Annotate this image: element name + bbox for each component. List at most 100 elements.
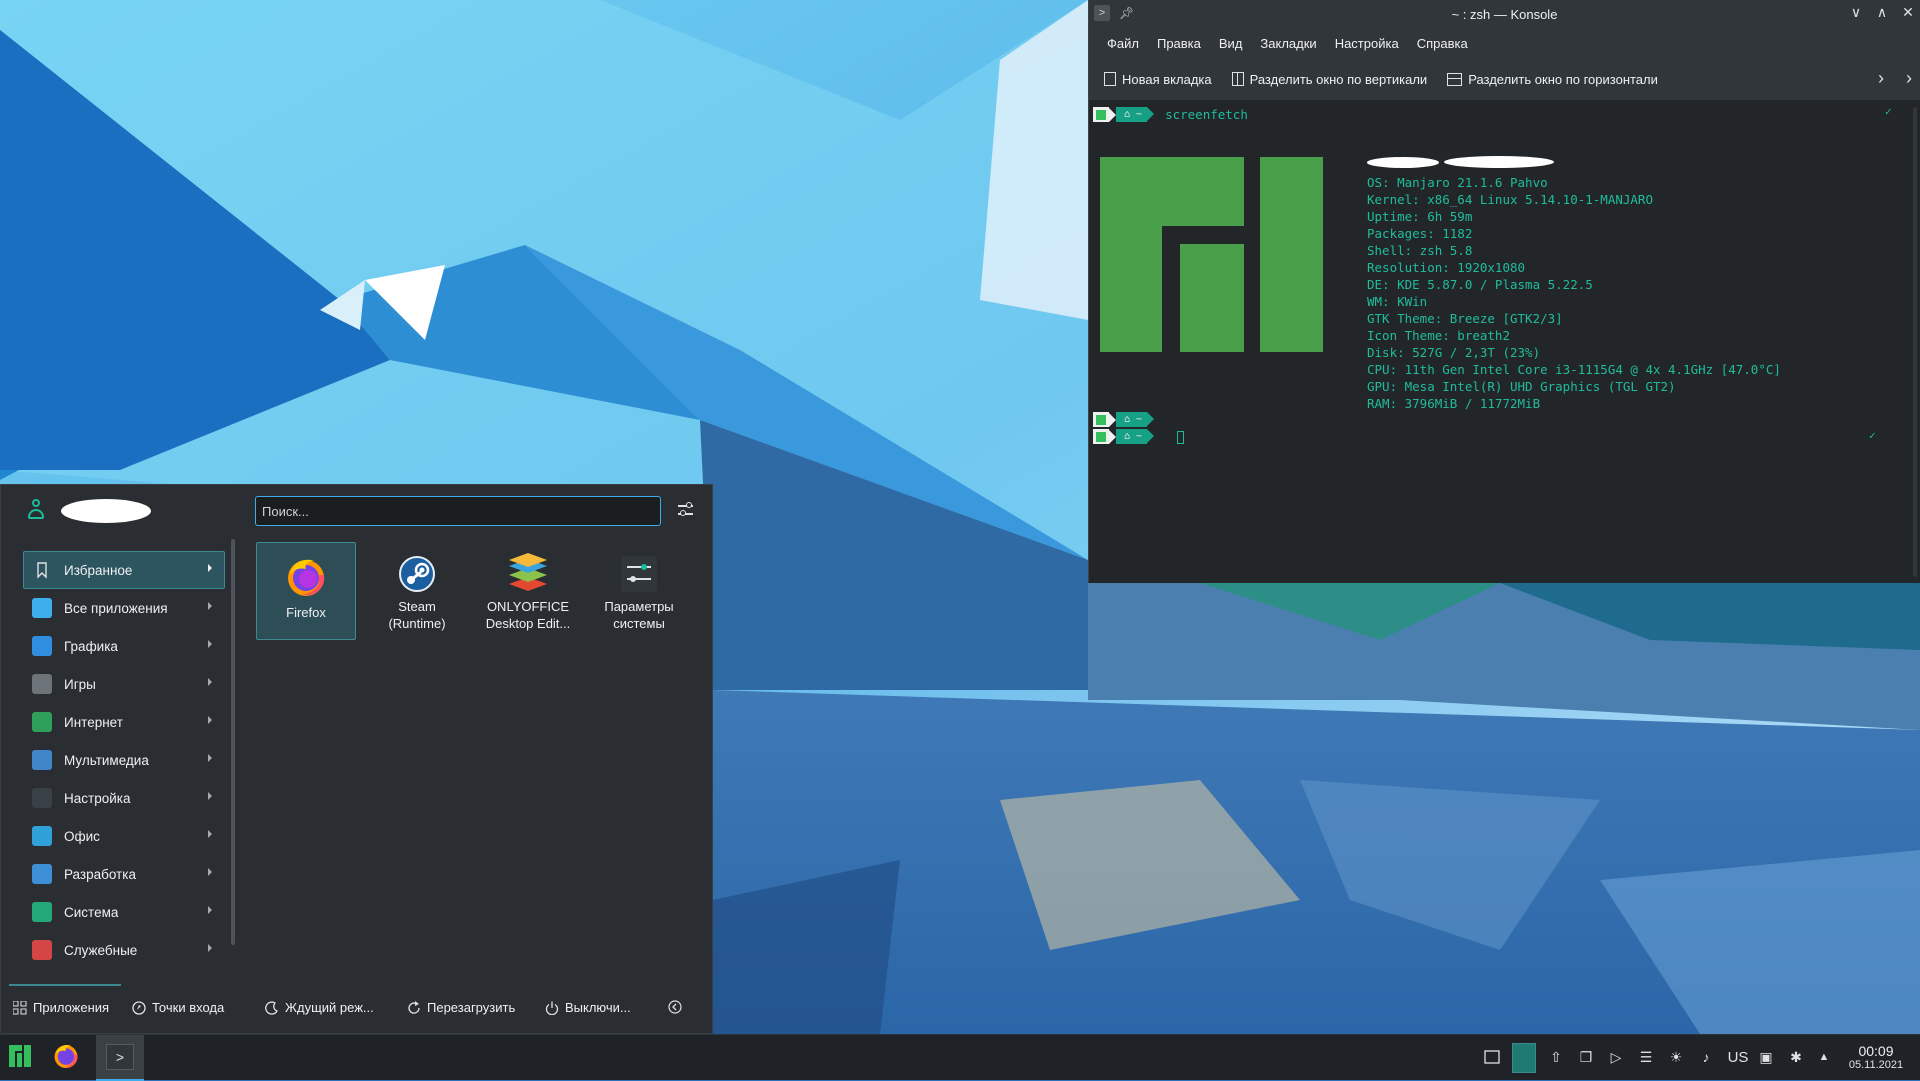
konsole-toolbar: Новая вкладка Разделить окно по вертикал… (1089, 58, 1920, 101)
category-list: Избранное Все приложения Графика Игры Интерн… (23, 551, 225, 969)
minimize-icon[interactable]: ∨ (1848, 4, 1864, 21)
close-icon[interactable]: ✕ (1900, 4, 1916, 21)
menu-bookmarks[interactable]: Закладки (1252, 36, 1326, 51)
category-scrollbar[interactable] (231, 539, 235, 945)
restart-button[interactable]: Перезагрузить (407, 1000, 515, 1015)
manjaro-prompt-icon (1093, 429, 1109, 444)
clock-time: 00:09 (1858, 1043, 1894, 1059)
applications-tab[interactable]: Приложения (12, 1000, 109, 1015)
sysinfo-line: CPU: 11th Gen Intel Core i3-1115G4 @ 4x … (1367, 362, 1781, 377)
gamepad-icon (32, 674, 52, 694)
status-check-icon: ✓ (1885, 105, 1892, 118)
search-input[interactable] (255, 496, 661, 526)
new-tab-label: Новая вкладка (1122, 71, 1212, 87)
bluetooth-icon[interactable]: ✱ (1788, 1049, 1804, 1065)
volume-icon[interactable]: ♪ (1698, 1049, 1714, 1065)
prompt-home: ⌂ ~ (1116, 107, 1155, 122)
multimedia-icon (32, 750, 52, 770)
sysinfo-line: Packages: 1182 (1367, 226, 1473, 241)
manjaro-logo (1100, 157, 1323, 352)
update-icon[interactable]: ⇧ (1548, 1049, 1564, 1065)
chevron-right-icon (208, 830, 212, 838)
prompt-home: ⌂ ~ (1116, 412, 1155, 427)
category-item[interactable]: Игры (23, 665, 225, 703)
category-item[interactable]: Настройка (23, 779, 225, 817)
pin-icon[interactable]: 📌︎ (1119, 6, 1134, 20)
redacted-username (1367, 157, 1439, 168)
split-vertical-label: Разделить окно по вертикали (1249, 71, 1428, 87)
terminal-prompt: ⌂ ~ (1093, 412, 1155, 427)
development-icon (32, 864, 52, 884)
digital-clock[interactable]: 00:09 05.11.2021 (1836, 1044, 1916, 1072)
category-label: Офис (64, 828, 100, 844)
split-horizontal-icon (1447, 72, 1463, 86)
power-icon (545, 1001, 559, 1015)
chevron-right-icon (208, 944, 212, 952)
pager[interactable] (1512, 1035, 1536, 1081)
clock-date: 05.11.2021 (1848, 1059, 1904, 1071)
leave-more-button[interactable] (668, 1000, 682, 1014)
terminal-scrollbar[interactable] (1913, 107, 1917, 577)
terminal-view[interactable]: ⌂ ~ screenfetch ✓ OS: Manjaro 21.1.6 Pah… (1089, 101, 1920, 583)
category-item[interactable]: Разработка (23, 855, 225, 893)
category-item[interactable]: Служебные (23, 931, 225, 969)
chevron-right-icon[interactable]: › (1878, 68, 1884, 89)
terminal-command: screenfetch (1165, 107, 1248, 122)
konsole-titlebar[interactable]: > 📌︎ ~ : zsh — Konsole ∨ ∧ ✕ (1089, 0, 1920, 28)
graphics-icon (32, 636, 52, 656)
sysinfo-line: GTK Theme: Breeze [GTK2/3] (1367, 311, 1563, 326)
show-desktop-icon[interactable] (1484, 1049, 1500, 1065)
app-system-settings[interactable]: Параметры системы (589, 542, 689, 640)
tray-expand-icon[interactable]: ▲ (1816, 1049, 1832, 1065)
new-tab-button[interactable]: Новая вкладка (1104, 72, 1212, 87)
chevron-left-circle-icon (668, 1000, 682, 1014)
desktop-pager-icon (1512, 1043, 1536, 1073)
maximize-icon[interactable]: ∧ (1874, 4, 1890, 21)
toolbar-overflow-icon[interactable]: › (1906, 68, 1912, 89)
taskbar-firefox[interactable] (44, 1035, 88, 1081)
shutdown-button[interactable]: Выключи... (545, 1000, 631, 1015)
app-firefox[interactable]: Firefox (256, 542, 356, 640)
grid-icon (12, 1000, 27, 1015)
category-item[interactable]: Графика (23, 627, 225, 665)
menu-help[interactable]: Справка (1409, 36, 1478, 51)
terminal-prompt: ⌂ ~ screenfetch (1093, 107, 1248, 122)
menu-view[interactable]: Вид (1211, 36, 1253, 51)
category-item[interactable]: Система (23, 893, 225, 931)
split-horizontal-button[interactable]: Разделить окно по горизонтали (1447, 72, 1658, 87)
application-launcher-button[interactable] (2, 1035, 38, 1081)
app-onlyoffice[interactable]: ONLYOFFICE Desktop Edit... (478, 542, 578, 640)
sleep-button[interactable]: Ждущий реж... (265, 1000, 374, 1015)
notes-icon[interactable]: ☰ (1638, 1049, 1654, 1065)
chevron-right-icon (208, 716, 212, 724)
category-item[interactable]: Офис (23, 817, 225, 855)
sysinfo-line: OS: Manjaro 21.1.6 Pahvo (1367, 175, 1548, 190)
konsole-window[interactable]: > 📌︎ ~ : zsh — Konsole ∨ ∧ ✕ Файл Правка… (1088, 0, 1920, 583)
sysinfo-line: Icon Theme: breath2 (1367, 328, 1510, 343)
category-item[interactable]: Все приложения (23, 589, 225, 627)
office-icon (32, 826, 52, 846)
media-player-icon[interactable]: ▷ (1608, 1049, 1624, 1065)
brightness-icon[interactable]: ☀ (1668, 1049, 1684, 1065)
keyboard-layout-indicator[interactable]: US (1724, 1049, 1752, 1066)
category-item[interactable]: Интернет (23, 703, 225, 741)
konsole-app-icon[interactable]: > (1094, 5, 1110, 21)
user-avatar-icon[interactable] (27, 498, 45, 522)
configure-icon[interactable] (677, 501, 695, 519)
menu-file[interactable]: Файл (1099, 36, 1149, 51)
places-tab[interactable]: Точки входа (132, 1000, 224, 1015)
category-label: Мультимедиа (64, 752, 149, 768)
network-icon[interactable]: ▣ (1758, 1049, 1774, 1065)
menu-edit[interactable]: Правка (1149, 36, 1211, 51)
category-item[interactable]: Избранное (23, 551, 225, 589)
app-steam[interactable]: Steam (Runtime) (367, 542, 467, 640)
category-item[interactable]: Мультимедиа (23, 741, 225, 779)
split-vertical-button[interactable]: Разделить окно по вертикали (1231, 71, 1428, 87)
taskbar-konsole[interactable]: > (96, 1035, 144, 1081)
sleep-icon (265, 1000, 279, 1015)
clipboard-icon[interactable]: ❐ (1578, 1049, 1594, 1065)
chevron-right-icon (208, 868, 212, 876)
menu-settings[interactable]: Настройка (1327, 36, 1409, 51)
redacted-hostname (1444, 156, 1554, 168)
system-info: OS: Manjaro 21.1.6 Pahvo Kernel: x86_64 L… (1367, 174, 1781, 412)
